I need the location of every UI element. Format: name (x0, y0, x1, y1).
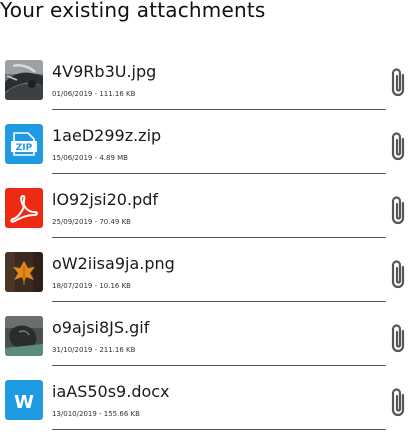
attachment-row-lO92jsi20-pdf[interactable]: lO92jsi20.pdf 25/09/2019 - 70.49 KB (0, 176, 408, 240)
word-letter: W (14, 392, 34, 413)
page-title: Your existing attachments (0, 0, 266, 22)
attachment-filename: oW2iisa9ja.png (52, 254, 175, 273)
row-divider (52, 365, 386, 366)
attachment-filename: iaAS50s9.docx (52, 382, 170, 401)
row-divider (52, 301, 386, 302)
row-divider (52, 173, 386, 174)
paperclip-icon[interactable] (389, 386, 408, 418)
photo-thumbnail (5, 60, 43, 100)
attachment-filename: 4V9Rb3U.jpg (52, 62, 157, 81)
attachment-filename: 1aeD299z.zip (52, 126, 162, 145)
leaf-photo-thumbnail (5, 252, 43, 292)
attachment-row-iaAS50s9-docx[interactable]: W iaAS50s9.docx 13/010/2019 - 155.66 KB (0, 368, 408, 432)
paperclip-icon[interactable] (389, 130, 408, 162)
paperclip-icon[interactable] (389, 194, 408, 226)
attachment-meta: 25/09/2019 - 70.49 KB (52, 218, 131, 226)
paperclip-icon[interactable] (389, 258, 408, 290)
row-divider (52, 109, 386, 110)
rock-photo-thumbnail (5, 316, 43, 356)
zip-label: ZIP (16, 143, 33, 153)
attachment-meta: 31/10/2019 - 211.16 KB (52, 346, 136, 354)
attachment-row-o9ajsi8JS-gif[interactable]: o9ajsi8JS.gif 31/10/2019 - 211.16 KB (0, 304, 408, 368)
attachment-row-4V9Rb3U-jpg[interactable]: 4V9Rb3U.jpg 01/06/2019 - 111.16 KB (0, 48, 408, 112)
word-file-icon: W (5, 380, 43, 420)
row-divider (52, 237, 386, 238)
paperclip-icon[interactable] (389, 66, 408, 98)
zip-file-icon: ZIP (5, 124, 43, 164)
attachments-list: 4V9Rb3U.jpg 01/06/2019 - 111.16 KB ZIP 1… (0, 48, 408, 432)
attachment-meta: 15/06/2019 - 4.89 MB (52, 154, 128, 162)
row-divider (52, 429, 386, 430)
attachment-meta: 01/06/2019 - 111.16 KB (52, 90, 136, 98)
paperclip-icon[interactable] (389, 322, 408, 354)
attachment-meta: 13/010/2019 - 155.66 KB (52, 410, 140, 418)
pdf-file-icon (5, 188, 43, 228)
attachment-row-oW2iisa9ja-png[interactable]: oW2iisa9ja.png 18/07/2019 - 10.16 KB (0, 240, 408, 304)
attachment-filename: lO92jsi20.pdf (52, 190, 159, 209)
attachment-filename: o9ajsi8JS.gif (52, 318, 150, 337)
attachment-meta: 18/07/2019 - 10.16 KB (52, 282, 131, 290)
attachment-row-1aeD299z-zip[interactable]: ZIP 1aeD299z.zip 15/06/2019 - 4.89 MB (0, 112, 408, 176)
